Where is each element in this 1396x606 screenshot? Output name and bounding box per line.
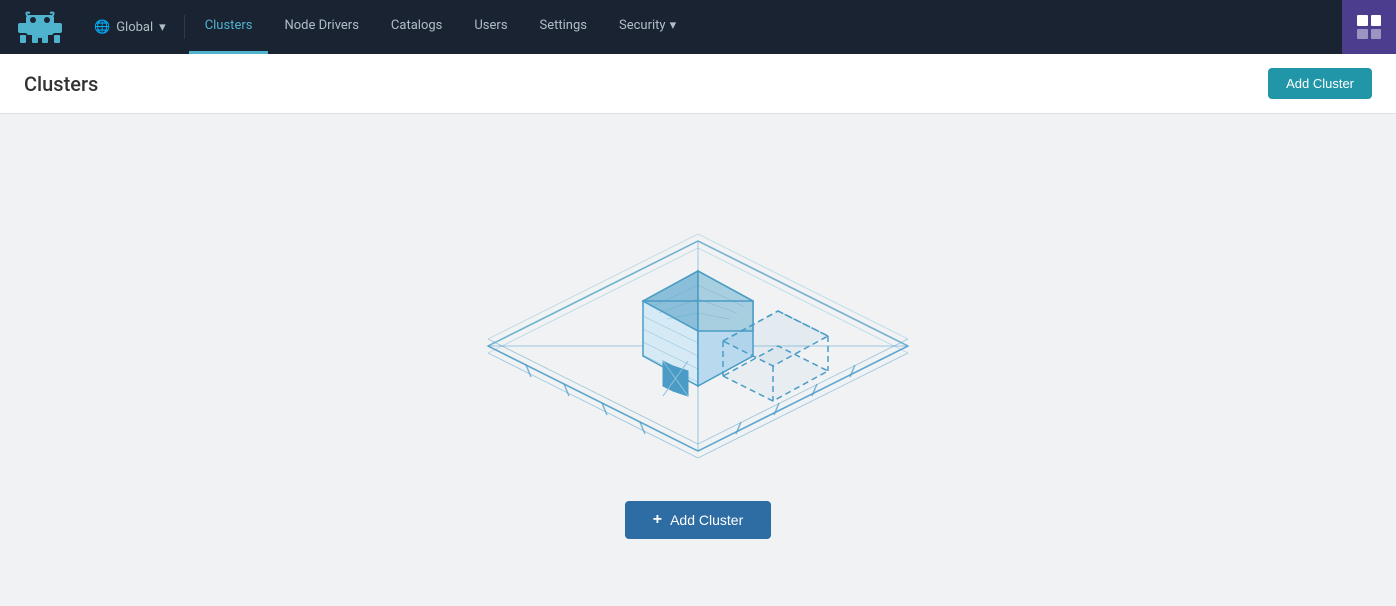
global-menu[interactable]: 🌐 Global ▾ bbox=[80, 0, 180, 54]
empty-illustration bbox=[468, 181, 928, 461]
nav-item-security[interactable]: Security ▾ bbox=[603, 0, 692, 54]
nav-divider bbox=[184, 15, 185, 39]
security-chevron: ▾ bbox=[670, 18, 677, 33]
grid-cell-1 bbox=[1357, 15, 1368, 26]
brand-logo-container[interactable] bbox=[0, 0, 80, 54]
rancher-logo bbox=[16, 9, 64, 45]
plus-icon: + bbox=[653, 511, 662, 529]
app-switcher-grid bbox=[1357, 15, 1381, 39]
add-cluster-header-button[interactable]: Add Cluster bbox=[1268, 68, 1372, 99]
navbar: 🌐 Global ▾ Clusters Node Drivers Catalog… bbox=[0, 0, 1396, 54]
nav-item-settings[interactable]: Settings bbox=[524, 0, 603, 54]
main-content: + Add Cluster bbox=[0, 114, 1396, 606]
grid-cell-3 bbox=[1357, 29, 1368, 40]
nav-item-catalogs[interactable]: Catalogs bbox=[375, 0, 458, 54]
global-chevron: ▾ bbox=[159, 20, 166, 35]
nav-items: 🌐 Global ▾ Clusters Node Drivers Catalog… bbox=[80, 0, 711, 54]
nav-item-users[interactable]: Users bbox=[458, 0, 523, 54]
empty-state: + Add Cluster bbox=[468, 141, 928, 579]
grid-cell-2 bbox=[1371, 15, 1382, 26]
add-cluster-center-label: Add Cluster bbox=[670, 512, 743, 528]
page-title: Clusters bbox=[24, 72, 98, 96]
globe-icon: 🌐 bbox=[94, 20, 110, 35]
grid-cell-4 bbox=[1371, 29, 1382, 40]
app-switcher-button[interactable] bbox=[1342, 0, 1396, 54]
nav-item-clusters[interactable]: Clusters bbox=[189, 0, 269, 54]
page-header: Clusters Add Cluster bbox=[0, 54, 1396, 114]
nav-item-node-drivers[interactable]: Node Drivers bbox=[268, 0, 374, 54]
global-label: Global bbox=[116, 20, 153, 35]
add-cluster-center-button[interactable]: + Add Cluster bbox=[625, 501, 772, 539]
